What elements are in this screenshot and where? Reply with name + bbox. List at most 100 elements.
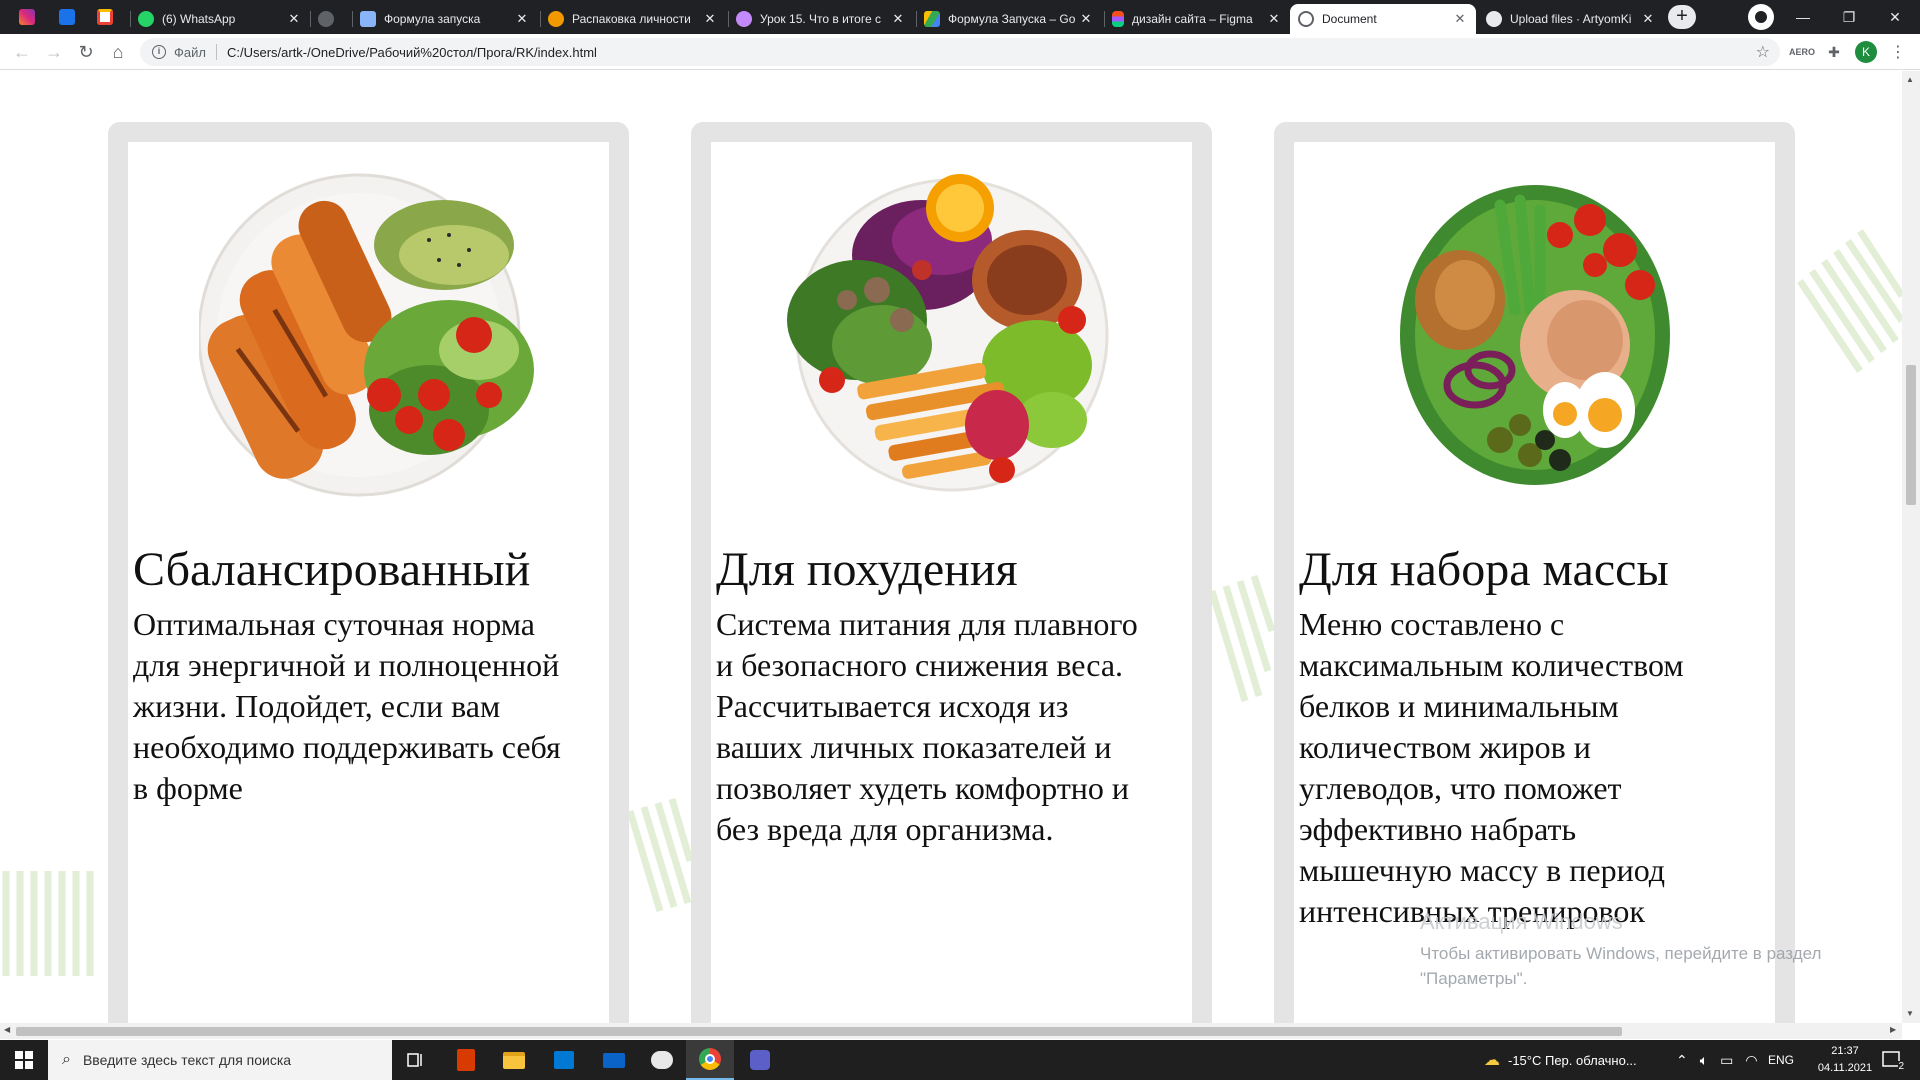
tab-document[interactable]: Document ✕ [1290, 4, 1476, 34]
card-title: Для набора массы [1299, 543, 1669, 596]
address-bar[interactable]: i Файл C:/Users/artk-/OneDrive/Рабочий%2… [140, 38, 1780, 66]
scroll-right-arrow-icon[interactable]: ▶ [1890, 1025, 1896, 1034]
scroll-left-arrow-icon[interactable]: ◀ [4, 1025, 10, 1034]
back-button[interactable]: ← [8, 38, 36, 66]
close-icon[interactable]: ✕ [286, 11, 302, 27]
clock-date: 04.11.2021 [1817, 1062, 1873, 1074]
tab-whatsapp[interactable]: (6) WhatsApp ✕ [130, 4, 310, 34]
star-icon[interactable]: ☆ [1756, 42, 1770, 62]
teams-icon [750, 1050, 770, 1070]
taskbar-chrome[interactable] [686, 1040, 734, 1080]
vertical-scroll-thumb[interactable] [1906, 365, 1916, 505]
close-icon[interactable]: ✕ [1452, 11, 1468, 27]
mail-icon [603, 1052, 625, 1068]
tab-formula[interactable]: Формула запуска ✕ [352, 4, 538, 34]
search-icon: ⌕ [62, 1051, 71, 1068]
weight-loss-plate-image [786, 174, 1108, 492]
card-description: Система питания для плавного и безопасно… [716, 606, 1138, 847]
taskbar-store[interactable] [540, 1040, 588, 1080]
clock[interactable]: 21:37 04.11.2021 [1808, 1043, 1882, 1077]
taskbar-app-cloud[interactable] [638, 1040, 686, 1080]
taskbar-search-box[interactable]: ⌕ Введите здесь текст для поиска [48, 1040, 392, 1080]
watermark-title: Активация Windows [1420, 909, 1623, 934]
close-icon[interactable]: ✕ [1640, 11, 1656, 27]
card-title: Сбалансированный [133, 543, 531, 596]
card-balanced: Сбалансированный Оптимальная суточная но… [128, 142, 609, 1023]
tab-title: Урок 15. Что в итоге с [760, 12, 881, 26]
notification-center-button[interactable]: 2 [1880, 1048, 1904, 1072]
chevron-down-icon [1755, 11, 1767, 23]
reload-button[interactable]: ↻ [72, 38, 100, 66]
chevron-up-icon[interactable]: ⌃ [1676, 1052, 1688, 1069]
tab-raspakovka[interactable]: Распаковка личности ✕ [540, 4, 726, 34]
menu-dots-icon[interactable]: ⋮ [1888, 42, 1908, 62]
whatsapp-icon [138, 11, 154, 27]
cloud-app-icon [651, 1051, 673, 1069]
course-icon [736, 11, 752, 27]
wifi-icon[interactable]: ◠ [1745, 1052, 1757, 1069]
vertical-scrollbar[interactable]: ▲ ▼ [1902, 71, 1920, 1023]
home-button[interactable]: ⌂ [104, 38, 132, 66]
horizontal-scrollbar[interactable]: ◀ ▶ [0, 1023, 1902, 1039]
taskbar-mail[interactable] [590, 1040, 638, 1080]
pinned-tab-gmail[interactable] [86, 4, 124, 30]
search-placeholder: Введите здесь текст для поиска [82, 1052, 292, 1068]
globe-icon [1298, 11, 1314, 27]
close-icon[interactable]: ✕ [890, 11, 906, 27]
card-description: Оптимальная суточная норма для энергично… [133, 606, 561, 806]
scroll-up-arrow-icon[interactable]: ▲ [1906, 75, 1914, 84]
tab-github[interactable]: Upload files · ArtyomKi ✕ [1478, 4, 1664, 34]
restore-button[interactable]: ❐ [1826, 0, 1872, 34]
close-icon[interactable]: ✕ [702, 11, 718, 27]
tab-title: Upload files · ArtyomKi [1510, 12, 1632, 26]
notification-count: 2 [1898, 1061, 1904, 1072]
address-url[interactable]: C:/Users/artk-/OneDrive/Рабочий%20стол/П… [227, 45, 597, 60]
store-icon [554, 1051, 574, 1069]
forward-button[interactable]: → [40, 38, 68, 66]
taskbar-teams[interactable] [736, 1040, 784, 1080]
minimize-button[interactable]: — [1780, 0, 1826, 34]
tab-title: (6) WhatsApp [162, 12, 236, 26]
page-viewport: Сбалансированный Оптимальная суточная но… [0, 71, 1902, 1023]
tab-figma[interactable]: дизайн сайта – Figma ✕ [1104, 4, 1290, 34]
windows-logo-icon [15, 1051, 33, 1069]
weather-widget[interactable]: ☁ -15°C Пер. облачно... [1484, 1040, 1637, 1080]
tab-title: дизайн сайта – Figma [1132, 12, 1253, 26]
close-window-button[interactable]: ✕ [1872, 0, 1918, 34]
office-icon [457, 1049, 475, 1071]
card-description: Меню составлено с максимальным количеств… [1299, 606, 1684, 929]
address-divider [215, 44, 217, 60]
taskbar-office-app[interactable] [442, 1040, 490, 1080]
profile-avatar[interactable]: K [1855, 41, 1877, 63]
start-button[interactable] [0, 1040, 48, 1080]
tab-lesson[interactable]: Урок 15. Что в итоге с ✕ [728, 4, 914, 34]
pinned-tab-chat[interactable] [48, 4, 86, 30]
task-view-button[interactable] [392, 1040, 440, 1080]
taskbar-file-explorer[interactable] [490, 1040, 538, 1080]
language-indicator[interactable]: ENG [1768, 1040, 1794, 1080]
info-icon[interactable]: i [152, 45, 166, 59]
extensions-puzzle-icon[interactable]: ✚ [1824, 42, 1844, 62]
card-weight-loss: Для похудения Система питания для плавно… [711, 142, 1192, 1023]
battery-icon[interactable]: ▭ [1720, 1052, 1733, 1069]
pinned-tab-instagram[interactable] [8, 4, 46, 30]
scroll-down-arrow-icon[interactable]: ▼ [1906, 1009, 1914, 1018]
horizontal-scroll-thumb[interactable] [16, 1027, 1622, 1036]
close-icon[interactable]: ✕ [1266, 11, 1282, 27]
close-icon[interactable]: ✕ [1078, 11, 1094, 27]
tab-blank[interactable] [310, 4, 350, 34]
address-scheme: Файл [174, 44, 206, 60]
volume-icon[interactable]: 🔈︎ [1700, 1052, 1708, 1069]
system-tray: ⌃ 🔈︎ ▭ ◠ [1676, 1040, 1758, 1080]
tab-title: Document [1322, 12, 1377, 26]
tab-title: Формула Запуска – Go [948, 12, 1076, 26]
new-tab-button[interactable]: + [1668, 5, 1696, 29]
close-icon[interactable]: ✕ [514, 11, 530, 27]
heart-icon [548, 11, 564, 27]
task-view-icon [407, 1053, 422, 1067]
extension-aero-icon[interactable]: AERO [1789, 42, 1815, 62]
drive-icon [924, 11, 940, 27]
tab-title: Формула запуска [384, 12, 481, 26]
tab-search-button[interactable] [1748, 4, 1774, 30]
tab-google-doc[interactable]: Формула Запуска – Go ✕ [916, 4, 1102, 34]
